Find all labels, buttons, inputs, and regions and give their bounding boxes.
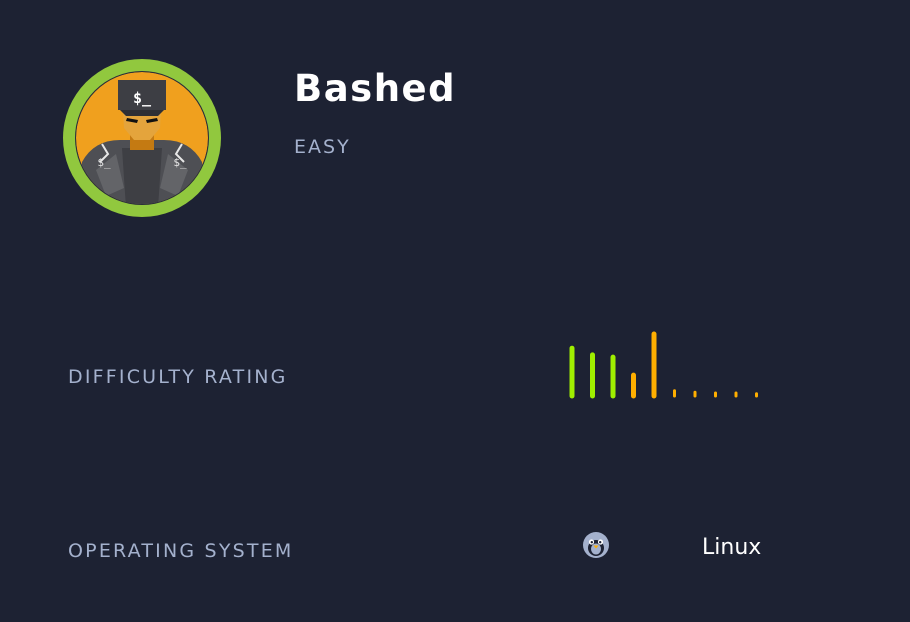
- difficulty-label: EASY: [294, 136, 351, 158]
- operating-system-label: OPERATING SYSTEM: [68, 540, 294, 562]
- difficulty-rating-label: DIFFICULTY RATING: [68, 366, 288, 388]
- penguin-icon: [583, 532, 609, 558]
- difficulty-rating-chart: [569, 331, 758, 399]
- svg-text:$_: $_: [133, 89, 152, 107]
- operating-system-value: Linux: [702, 535, 762, 560]
- machine-avatar: $_ $_ $_: [63, 59, 221, 217]
- machine-name: Bashed: [294, 67, 457, 110]
